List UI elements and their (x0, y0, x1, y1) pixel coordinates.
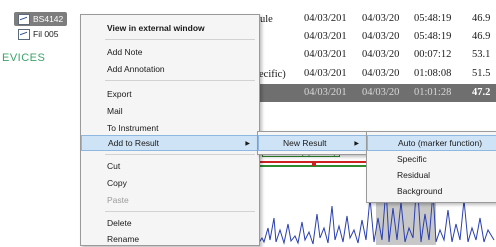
menu-item-copy[interactable]: Copy (81, 175, 259, 191)
table-cell-value: 47.2 (472, 87, 491, 98)
menu-item-to-instrument[interactable]: To Instrument (81, 120, 259, 136)
table-row[interactable]: 04/03/201 04/03/20 00:07:12 53.1 (262, 46, 496, 64)
table-cell-date2: 04/03/20 (362, 49, 400, 60)
menu-separator (105, 39, 255, 40)
submenu-arrow-icon: ▶ (354, 140, 359, 147)
menu-item-add-note[interactable]: Add Note (81, 44, 259, 60)
submenu-arrow-icon: ▶ (245, 140, 250, 147)
tree-item-bs4142[interactable]: BS4142 (14, 12, 68, 26)
table-cell-value: 46.9 (472, 31, 491, 42)
table-row[interactable]: 04/03/201 04/03/20 01:08:08 51.5 (262, 65, 496, 83)
menu-separator (105, 80, 255, 81)
context-menu[interactable]: View in external window Add Note Add Ann… (80, 14, 260, 246)
chart-file-icon (18, 28, 30, 40)
menu-item-auto-marker[interactable]: Auto (marker function) (367, 135, 496, 151)
menu-separator (105, 154, 255, 155)
table-cell-time: 01:08:08 (414, 68, 452, 79)
submenu-new-result[interactable]: Auto (marker function) Specific Residual… (366, 131, 496, 203)
table-cell-date2: 04/03/20 (362, 31, 400, 42)
menu-item-label: New Result (283, 138, 327, 148)
menu-item-paste: Paste (107, 195, 129, 205)
table-cell-date2: 04/03/20 (362, 13, 400, 24)
menu-item-export[interactable]: Export (81, 86, 259, 102)
menu-item-mail[interactable]: Mail (81, 103, 259, 119)
menu-item-delete[interactable]: Delete (81, 215, 259, 231)
table-cell-value: 51.5 (472, 68, 491, 79)
table-row[interactable]: 04/03/201 04/03/20 05:48:19 46.9 (262, 28, 496, 46)
submenu-add-to-result[interactable]: New Result ▶ (257, 131, 369, 155)
marker-point (312, 162, 316, 166)
menu-item-add-annotation[interactable]: Add Annotation (81, 61, 259, 77)
table-cell-date1: 04/03/201 (304, 13, 347, 24)
table-cell-time: 01:01:28 (414, 87, 452, 98)
table-cell-date1: 04/03/201 (304, 31, 347, 42)
table-cell-date1: 04/03/201 (304, 87, 347, 98)
tree-item-label: Fil 005 (33, 29, 59, 39)
menu-item-view-external[interactable]: View in external window (81, 20, 259, 36)
menu-separator (105, 211, 255, 212)
menu-item-new-result[interactable]: New Result ▶ (258, 135, 368, 151)
menu-item-cut[interactable]: Cut (81, 158, 259, 174)
menu-item-residual[interactable]: Residual (367, 167, 496, 183)
tree-item-label: BS4142 (33, 14, 64, 24)
table-row-selected[interactable]: 04/03/201 04/03/20 01:01:28 47.2 (258, 84, 496, 102)
table-cell-value: 53.1 (472, 49, 491, 60)
table-cell-date2: 04/03/20 (362, 68, 400, 79)
table-row[interactable]: 04/03/201 04/03/20 05:48:19 46.9 (262, 10, 496, 28)
chart-file-icon (18, 13, 30, 25)
menu-item-specific[interactable]: Specific (367, 151, 496, 167)
table-cell-date2: 04/03/20 (362, 87, 400, 98)
table-cell-value: 46.9 (472, 13, 491, 24)
table-cell-time: 05:48:19 (414, 31, 452, 42)
table-cell-time: 05:48:19 (414, 13, 452, 24)
table-cell-date1: 04/03/201 (304, 49, 347, 60)
menu-item-label: Add to Result (108, 138, 160, 148)
table-cell-date1: 04/03/201 (304, 68, 347, 79)
section-devices-label: EVICES (2, 52, 46, 64)
menu-item-background[interactable]: Background (367, 183, 496, 199)
menu-item-add-to-result[interactable]: Add to Result ▶ (81, 135, 259, 151)
table-cell-time: 00:07:12 (414, 49, 452, 60)
tree-item-fil005[interactable]: Fil 005 (14, 27, 63, 41)
